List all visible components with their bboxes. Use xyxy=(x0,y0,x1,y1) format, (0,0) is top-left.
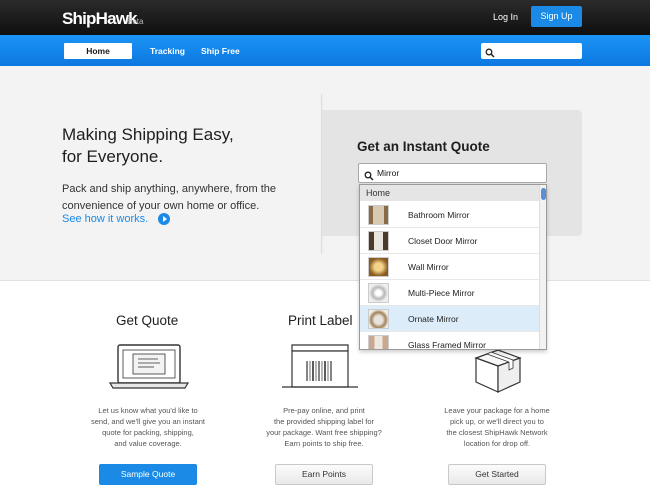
feature-title-print-label: Print Label xyxy=(288,313,353,328)
quote-input-value: Mirror xyxy=(377,168,400,178)
printer-label-icon xyxy=(282,344,358,388)
dropdown-item-closet-door-mirror[interactable]: Closet Door Mirror xyxy=(360,228,539,254)
dropdown-category-header: Home xyxy=(360,185,539,201)
signup-button[interactable]: Sign Up xyxy=(531,6,582,27)
autocomplete-dropdown[interactable]: Home Bathroom Mirror Closet Door Mirror … xyxy=(359,184,547,350)
item-thumbnail xyxy=(368,283,389,303)
feature-text-print-label: Pre-pay online, and print the provided s… xyxy=(266,406,382,448)
item-thumbnail xyxy=(368,257,389,277)
nav-ship-free-link[interactable]: Ship Free xyxy=(201,46,240,56)
feature-text-pickup: Leave your package for a home pick up, o… xyxy=(444,406,550,448)
how-it-works-link[interactable]: See how it works. xyxy=(62,213,148,225)
dropdown-item-ornate-mirror[interactable]: Ornate Mirror xyxy=(360,306,539,332)
hero-subtitle: Pack and ship anything, anywhere, from t… xyxy=(62,183,277,212)
item-thumbnail xyxy=(368,231,389,251)
quote-search-input[interactable]: Mirror xyxy=(358,163,547,183)
dropdown-item-glass-framed-mirror[interactable]: Glass Framed Mirror xyxy=(360,332,539,349)
hero-title: Making Shipping Easy, for Everyone. xyxy=(62,125,234,166)
feature-title-get-quote: Get Quote xyxy=(116,313,179,328)
item-thumbnail xyxy=(368,335,389,349)
nav-tracking-link[interactable]: Tracking xyxy=(150,46,185,56)
package-box-icon xyxy=(474,349,522,393)
beta-tag: Beta xyxy=(127,17,144,26)
sample-quote-button[interactable]: Sample Quote xyxy=(99,464,197,485)
play-arrow-icon[interactable] xyxy=(158,213,170,225)
login-link[interactable]: Log In xyxy=(493,12,518,22)
dropdown-scrollbar[interactable] xyxy=(539,185,546,349)
nav-search-input[interactable] xyxy=(481,43,582,59)
laptop-icon xyxy=(108,344,190,389)
nav-home-tab[interactable]: Home xyxy=(64,43,132,59)
dropdown-item-bathroom-mirror[interactable]: Bathroom Mirror xyxy=(360,202,539,228)
scrollbar-thumb[interactable] xyxy=(541,188,546,200)
dropdown-item-multi-piece-mirror[interactable]: Multi-Piece Mirror xyxy=(360,280,539,306)
earn-points-button[interactable]: Earn Points xyxy=(275,464,373,485)
dropdown-item-wall-mirror[interactable]: Wall Mirror xyxy=(360,254,539,280)
quote-title: Get an Instant Quote xyxy=(357,139,490,154)
search-icon xyxy=(485,45,495,63)
brand-logo[interactable]: ShipHawk xyxy=(62,9,138,29)
feature-text-get-quote: Let us know what you'd like to send, and… xyxy=(90,406,205,448)
item-thumbnail xyxy=(368,309,389,329)
item-thumbnail xyxy=(368,205,389,225)
get-started-button[interactable]: Get Started xyxy=(448,464,546,485)
